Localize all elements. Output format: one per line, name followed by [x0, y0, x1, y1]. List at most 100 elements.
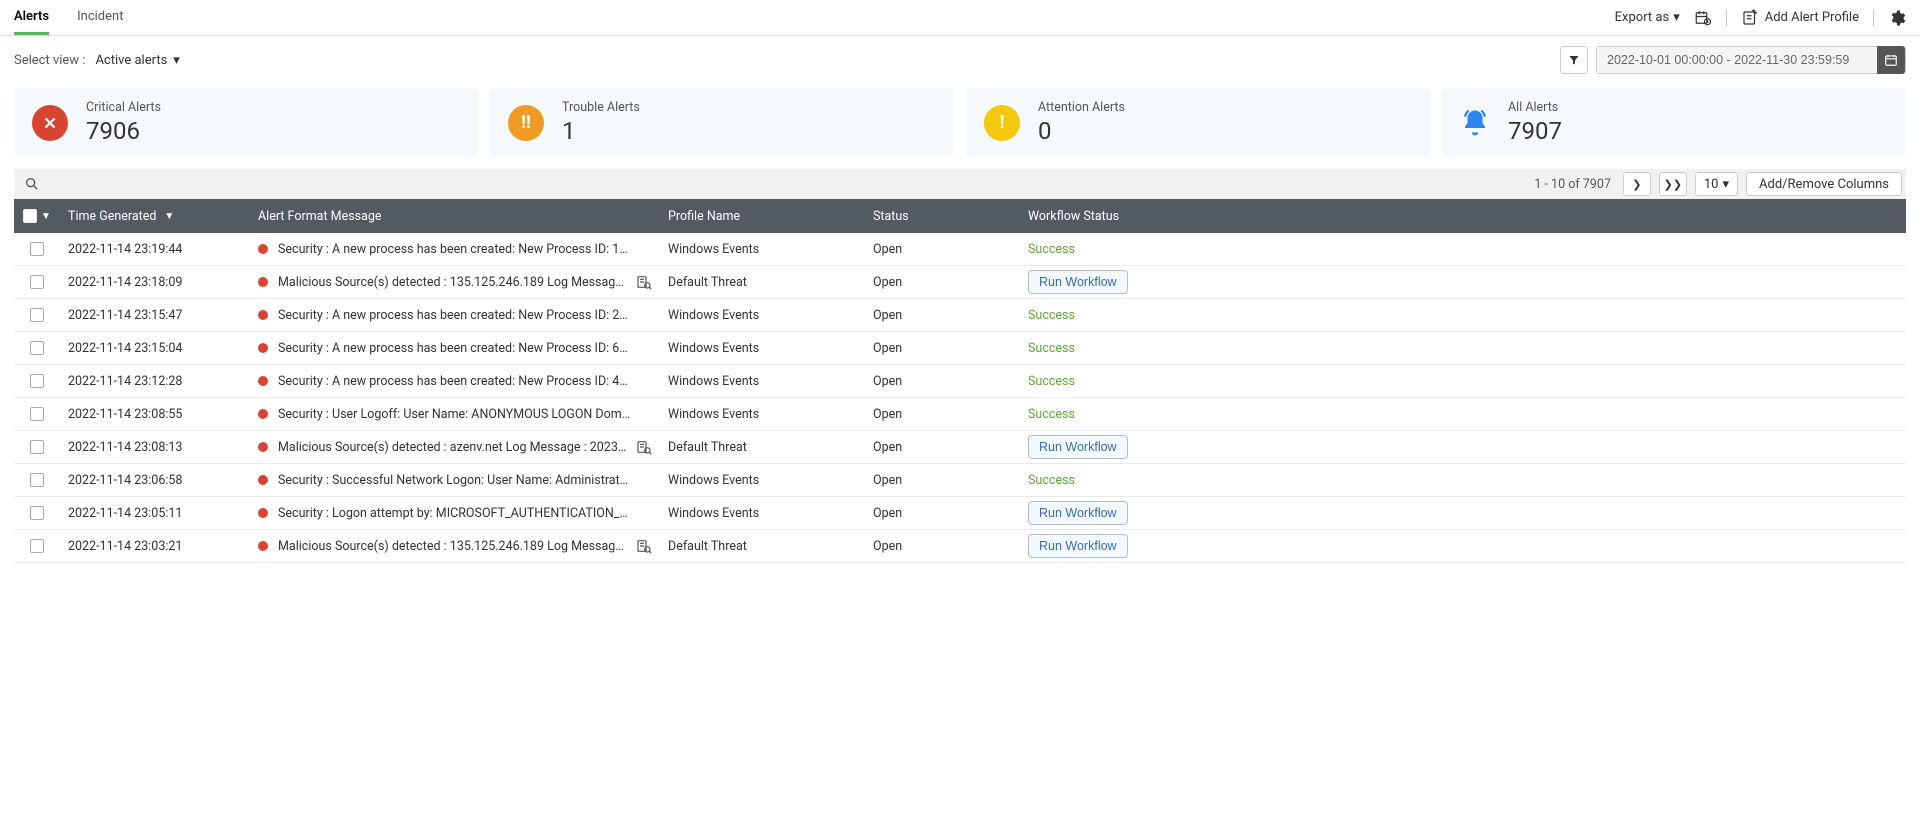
table-row[interactable]: 2022-11-14 23:19:44Security : A new proc…: [14, 233, 1906, 266]
trouble-icon: !!: [508, 105, 544, 141]
add-alert-profile-label: Add Alert Profile: [1765, 10, 1859, 25]
cell-profile: Windows Events: [660, 308, 865, 323]
severity-dot-icon: [258, 442, 268, 452]
workflow-status-success: Success: [1028, 341, 1075, 356]
table-row[interactable]: 2022-11-14 23:15:04Security : A new proc…: [14, 332, 1906, 365]
cell-status: Open: [865, 341, 1020, 356]
details-icon[interactable]: [636, 439, 652, 455]
row-checkbox[interactable]: [30, 341, 44, 355]
caret-down-icon: ▾: [1673, 10, 1680, 25]
col-status-header[interactable]: Status: [865, 209, 1020, 224]
caret-down-icon: ▾: [1723, 177, 1730, 192]
details-icon[interactable]: [636, 274, 652, 290]
card-trouble-title: Trouble Alerts: [562, 100, 640, 115]
select-view-label: Select view :: [14, 53, 85, 68]
cell-profile: Windows Events: [660, 473, 865, 488]
cell-time: 2022-11-14 23:03:21: [60, 539, 250, 554]
card-all-title: All Alerts: [1508, 100, 1562, 115]
table-row[interactable]: 2022-11-14 23:06:58 Security : Successful…: [14, 464, 1906, 497]
gear-icon[interactable]: [1888, 9, 1906, 27]
add-remove-columns-button[interactable]: Add/Remove Columns: [1746, 172, 1902, 196]
severity-dot-icon: [258, 475, 268, 485]
page-size-dropdown[interactable]: 10 ▾: [1695, 172, 1738, 196]
cell-time: 2022-11-14 23:06:58: [60, 473, 250, 488]
schedule-export-icon[interactable]: [1694, 9, 1712, 27]
row-checkbox[interactable]: [30, 275, 44, 289]
view-dropdown[interactable]: Active alerts ▾: [95, 53, 179, 68]
row-checkbox[interactable]: [30, 242, 44, 256]
attention-icon: !: [984, 105, 1020, 141]
calendar-button[interactable]: [1877, 46, 1905, 74]
row-checkbox[interactable]: [30, 308, 44, 322]
tab-alerts[interactable]: Alerts: [14, 1, 49, 35]
table-row[interactable]: 2022-11-14 23:03:21 Malicious Source(s) d…: [14, 530, 1906, 563]
cell-profile: Windows Events: [660, 407, 865, 422]
card-attention-alerts[interactable]: ! Attention Alerts 0: [966, 88, 1430, 157]
cell-status: Open: [865, 539, 1020, 554]
workflow-status-success: Success: [1028, 407, 1075, 422]
caret-down-icon: ▾: [173, 53, 180, 68]
cell-message: Malicious Source(s) detected : 135.125.2…: [278, 275, 628, 290]
date-range-input[interactable]: [1597, 47, 1877, 73]
col-workflow-header[interactable]: Workflow Status: [1020, 209, 1906, 224]
add-alert-profile-button[interactable]: Add Alert Profile: [1741, 9, 1859, 27]
table-row[interactable]: 2022-11-14 23:18:09 Malicious Source(s) d…: [14, 266, 1906, 299]
row-checkbox[interactable]: [30, 440, 44, 454]
export-as-dropdown[interactable]: Export as ▾: [1615, 10, 1680, 25]
col-msg-header[interactable]: Alert Format Message: [250, 209, 660, 224]
page-size-value: 10: [1704, 177, 1719, 192]
filter-button[interactable]: [1560, 46, 1588, 74]
col-profile-header[interactable]: Profile Name: [660, 209, 865, 224]
cell-message: Security : Logon attempt by: MICROSOFT_A…: [278, 506, 633, 521]
cell-profile: Default Threat: [660, 275, 865, 290]
row-checkbox[interactable]: [30, 473, 44, 487]
row-checkbox[interactable]: [30, 539, 44, 553]
separator: [1873, 9, 1874, 27]
last-page-button[interactable]: ❯❯: [1659, 172, 1687, 196]
row-checkbox[interactable]: [30, 506, 44, 520]
card-critical-title: Critical Alerts: [86, 100, 161, 115]
cell-profile: Windows Events: [660, 341, 865, 356]
cell-time: 2022-11-14 23:19:44: [60, 242, 250, 257]
row-checkbox[interactable]: [30, 407, 44, 421]
card-trouble-alerts[interactable]: !! Trouble Alerts 1: [490, 88, 954, 157]
run-workflow-button[interactable]: Run Workflow: [1028, 501, 1128, 525]
row-checkbox[interactable]: [30, 374, 44, 388]
bell-icon: [1460, 108, 1490, 138]
table-row[interactable]: 2022-11-14 23:12:28Security : A new proc…: [14, 365, 1906, 398]
card-attention-title: Attention Alerts: [1038, 100, 1125, 115]
run-workflow-button[interactable]: Run Workflow: [1028, 435, 1128, 459]
cell-message: Security : Successful Network Logon: Use…: [278, 473, 633, 488]
run-workflow-button[interactable]: Run Workflow: [1028, 534, 1128, 558]
table-row[interactable]: 2022-11-14 23:15:47Security : A new proc…: [14, 299, 1906, 332]
workflow-status-success: Success: [1028, 473, 1075, 488]
cell-status: Open: [865, 275, 1020, 290]
run-workflow-button[interactable]: Run Workflow: [1028, 270, 1128, 294]
cell-status: Open: [865, 473, 1020, 488]
pagination-range: 1 - 10 of 7907: [1534, 177, 1615, 192]
cell-message: Malicious Source(s) detected : 135.125.2…: [278, 539, 628, 554]
table-row[interactable]: 2022-11-14 23:08:13Malicious Source(s) d…: [14, 431, 1906, 464]
tab-incident[interactable]: Incident: [77, 1, 123, 35]
cell-message: Malicious Source(s) detected : azenv.net…: [278, 440, 628, 455]
critical-icon: [32, 105, 68, 141]
severity-dot-icon: [258, 409, 268, 419]
card-critical-alerts[interactable]: Critical Alerts 7906: [14, 88, 478, 157]
cell-time: 2022-11-14 23:08:55: [60, 407, 250, 422]
cell-time: 2022-11-14 23:05:11: [60, 506, 250, 521]
next-page-button[interactable]: ❯: [1623, 172, 1651, 196]
cell-message: Security : A new process has been create…: [278, 341, 633, 356]
table-row[interactable]: 2022-11-14 23:05:11 Security : Logon atte…: [14, 497, 1906, 530]
table-row[interactable]: 2022-11-14 23:08:55Security : User Logof…: [14, 398, 1906, 431]
card-all-alerts[interactable]: All Alerts 7907: [1442, 88, 1906, 157]
col-time-label: Time Generated: [68, 209, 156, 224]
details-icon[interactable]: [636, 538, 652, 554]
card-trouble-value: 1: [562, 117, 640, 145]
cell-time: 2022-11-14 23:18:09: [60, 275, 250, 290]
select-all-checkbox[interactable]: [23, 209, 37, 223]
search-icon[interactable]: [18, 176, 46, 192]
col-time-header[interactable]: Time Generated ▼: [60, 209, 250, 224]
cell-message: Security : A new process has been create…: [278, 308, 633, 323]
card-all-value: 7907: [1508, 117, 1562, 145]
sort-desc-icon: ▼: [164, 211, 174, 222]
